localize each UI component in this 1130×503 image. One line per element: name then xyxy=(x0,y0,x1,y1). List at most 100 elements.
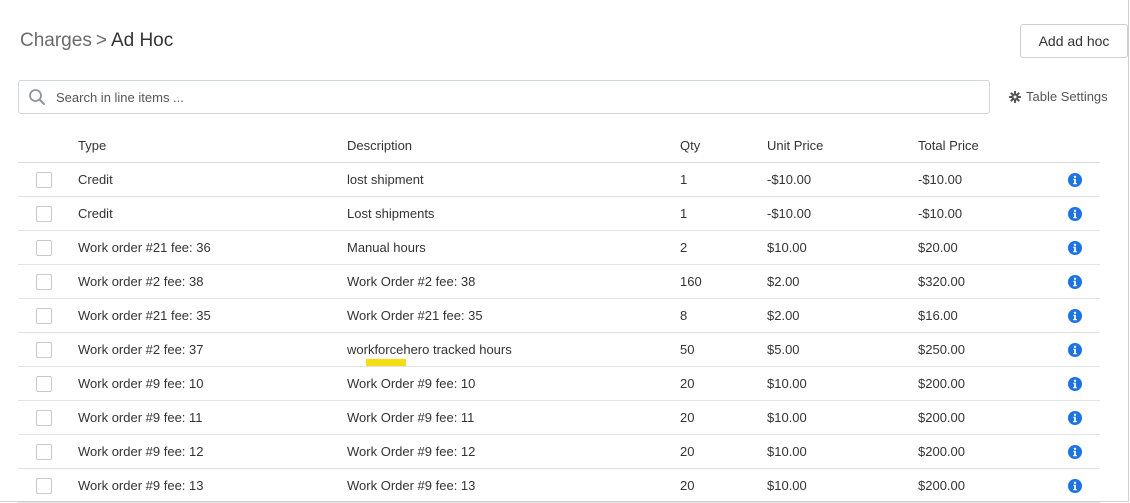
cell-total-price: $320.00 xyxy=(918,264,1068,299)
breadcrumb-separator: > xyxy=(95,30,107,51)
info-cell xyxy=(1068,400,1100,435)
cell-total-price: -$10.00 xyxy=(918,196,1068,231)
search-icon xyxy=(28,88,46,106)
cell-total-price: $16.00 xyxy=(918,298,1068,333)
info-icon[interactable] xyxy=(1068,274,1100,289)
cell-unit-price: $5.00 xyxy=(767,332,918,367)
cell-type: Work order #21 fee: 35 xyxy=(78,298,347,333)
row-checkbox[interactable] xyxy=(36,409,52,426)
info-icon[interactable] xyxy=(1068,410,1100,425)
cell-type: Credit xyxy=(78,162,347,197)
table-row[interactable]: Credit Lost shipments 1 -$10.00 -$10.00 xyxy=(18,196,1100,231)
checkbox-cell xyxy=(18,468,78,503)
info-icon[interactable] xyxy=(1068,172,1100,187)
cell-unit-price: $10.00 xyxy=(767,230,918,265)
cell-type: Work order #9 fee: 11 xyxy=(78,400,347,435)
header-type[interactable]: Type xyxy=(78,129,347,163)
checkbox-cell xyxy=(18,400,78,435)
cell-unit-price: -$10.00 xyxy=(767,196,918,231)
info-icon[interactable] xyxy=(1068,376,1100,391)
header-description[interactable]: Description xyxy=(347,129,680,163)
checkbox-cell xyxy=(18,298,78,333)
add-ad-hoc-button[interactable]: Add ad hoc xyxy=(1020,24,1128,58)
cell-type: Work order #2 fee: 37 xyxy=(78,332,347,367)
cell-qty: 8 xyxy=(680,298,767,333)
row-checkbox[interactable] xyxy=(36,307,52,324)
info-icon[interactable] xyxy=(1068,308,1100,323)
checkbox-cell xyxy=(18,264,78,299)
search-bar[interactable] xyxy=(18,80,990,114)
table-row[interactable]: Credit lost shipment 1 -$10.00 -$10.00 xyxy=(18,162,1100,197)
row-checkbox[interactable] xyxy=(36,477,52,494)
info-cell xyxy=(1068,196,1100,231)
table-settings-button[interactable]: Table Settings xyxy=(1009,89,1108,104)
checkbox-cell xyxy=(18,434,78,469)
cell-unit-price: $10.00 xyxy=(767,400,918,435)
table-row[interactable]: Work order #9 fee: 11 Work Order #9 fee: … xyxy=(18,400,1100,435)
cell-qty: 50 xyxy=(680,332,767,367)
table-row[interactable]: Work order #2 fee: 37 workforcehero track… xyxy=(18,332,1100,367)
info-icon[interactable] xyxy=(1068,342,1100,357)
info-cell xyxy=(1068,162,1100,197)
row-checkbox[interactable] xyxy=(36,443,52,460)
cell-unit-price: $2.00 xyxy=(767,298,918,333)
text-highlight xyxy=(366,359,406,366)
cell-type: Work order #2 fee: 38 xyxy=(78,264,347,299)
cell-unit-price: $2.00 xyxy=(767,264,918,299)
row-checkbox[interactable] xyxy=(36,375,52,392)
line-items-table: Type Description Qty Unit Price Total Pr… xyxy=(18,129,1100,503)
cell-description: Work Order #9 fee: 10 xyxy=(347,366,680,401)
table-row[interactable]: Work order #2 fee: 38 Work Order #2 fee: … xyxy=(18,264,1100,299)
cell-qty: 20 xyxy=(680,400,767,435)
row-checkbox[interactable] xyxy=(36,273,52,290)
checkbox-cell xyxy=(18,196,78,231)
cell-type: Work order #9 fee: 13 xyxy=(78,468,347,503)
cell-description: Work Order #9 fee: 12 xyxy=(347,434,680,469)
info-cell xyxy=(1068,434,1100,469)
info-icon[interactable] xyxy=(1068,444,1100,459)
cell-qty: 20 xyxy=(680,366,767,401)
cell-type: Work order #21 fee: 36 xyxy=(78,230,347,265)
info-icon[interactable] xyxy=(1068,206,1100,221)
cell-qty: 1 xyxy=(680,196,767,231)
info-cell xyxy=(1068,264,1100,299)
checkbox-cell xyxy=(18,162,78,197)
table-row[interactable]: Work order #21 fee: 35 Work Order #21 fee… xyxy=(18,298,1100,333)
table-header-row: Type Description Qty Unit Price Total Pr… xyxy=(18,129,1100,163)
info-icon[interactable] xyxy=(1068,240,1100,255)
breadcrumb-current: Ad Hoc xyxy=(110,30,174,51)
cell-description: Lost shipments xyxy=(347,196,680,231)
table-row[interactable]: Work order #9 fee: 12 Work Order #9 fee: … xyxy=(18,434,1100,469)
row-checkbox[interactable] xyxy=(36,341,52,358)
gear-icon xyxy=(1009,90,1021,103)
cell-total-price: $250.00 xyxy=(918,332,1068,367)
cell-description: Work Order #9 fee: 13 xyxy=(347,468,680,503)
row-checkbox[interactable] xyxy=(36,171,52,188)
header-total-price[interactable]: Total Price xyxy=(918,129,1068,163)
cell-unit-price: -$10.00 xyxy=(767,162,918,197)
breadcrumb-parent[interactable]: Charges xyxy=(20,30,92,51)
cell-total-price: $20.00 xyxy=(918,230,1068,265)
row-checkbox[interactable] xyxy=(36,239,52,256)
table-row[interactable]: Work order #9 fee: 13 Work Order #9 fee: … xyxy=(18,468,1100,503)
checkbox-cell xyxy=(18,366,78,401)
info-icon[interactable] xyxy=(1068,478,1100,493)
header-info-cell xyxy=(1068,129,1100,163)
cell-qty: 20 xyxy=(680,468,767,503)
cell-type: Work order #9 fee: 12 xyxy=(78,434,347,469)
cell-qty: 1 xyxy=(680,162,767,197)
header-qty[interactable]: Qty xyxy=(680,129,767,163)
header-unit-price[interactable]: Unit Price xyxy=(767,129,918,163)
cell-total-price: $200.00 xyxy=(918,468,1068,503)
table-row[interactable]: Work order #21 fee: 36 Manual hours 2 $10.0… xyxy=(18,230,1100,265)
cell-type: Work order #9 fee: 10 xyxy=(78,366,347,401)
cell-unit-price: $10.00 xyxy=(767,434,918,469)
cell-qty: 20 xyxy=(680,434,767,469)
search-input[interactable] xyxy=(54,88,989,106)
cell-qty: 160 xyxy=(680,264,767,299)
row-checkbox[interactable] xyxy=(36,205,52,222)
info-cell xyxy=(1068,230,1100,265)
breadcrumb: Charges > Ad Hoc xyxy=(20,30,173,52)
info-cell xyxy=(1068,332,1100,367)
table-row[interactable]: Work order #9 fee: 10 Work Order #9 fee: … xyxy=(18,366,1100,401)
